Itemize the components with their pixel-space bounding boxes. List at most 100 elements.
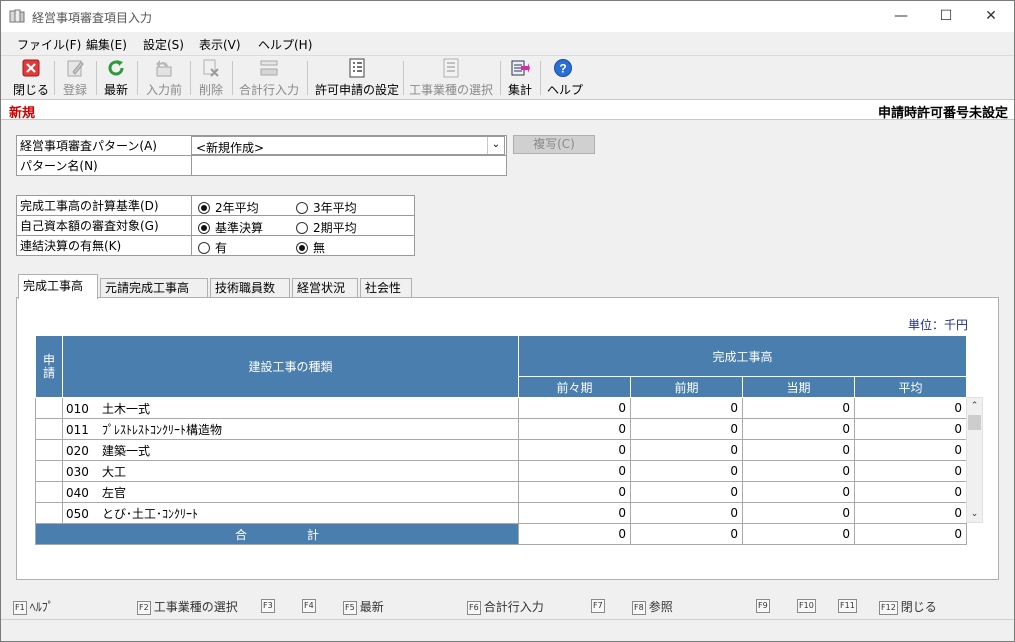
radio-checked-icon [198,222,210,234]
close-button[interactable]: 閉じる [13,58,49,98]
table-row[interactable]: 050 とび･土工･ｺﾝｸﾘｰﾄ 0 0 0 0 [35,502,967,524]
value-cell[interactable]: 0 [518,460,631,482]
calc-basis-2yr-radio[interactable]: 2年平均 [198,199,259,216]
list-icon [443,58,459,78]
value-cell[interactable]: 0 [630,460,743,482]
value-cell[interactable]: 0 [742,502,855,524]
status-bar [1,619,1014,641]
total-cell: 0 [518,523,631,545]
menu-help[interactable]: ヘルプ(H) [258,36,312,53]
unit-label: 単位：千円 [908,318,969,332]
close-window-button[interactable]: ✕ [968,1,1014,32]
table-row[interactable]: 020 建築一式 0 0 0 0 [35,439,967,461]
value-cell[interactable]: 0 [742,481,855,503]
col-avg-header: 平均 [854,376,967,398]
table-row[interactable]: 011 ﾌﾟﾚｽﾄﾚｽﾄｺﾝｸﾘｰﾄ構造物 0 0 0 0 [35,418,967,440]
f7-key[interactable]: F7 [591,598,608,613]
col-prev-header: 前期 [630,376,743,398]
f11-key[interactable]: F11 [838,598,860,613]
table-row[interactable]: 040 左官 0 0 0 0 [35,481,967,503]
value-cell[interactable]: 0 [630,397,743,419]
col-type-header: 建設工事の種類 [62,335,519,398]
industry-select-button[interactable]: 工事業種の選択 [408,58,494,98]
f4-key[interactable]: F4 [302,598,319,613]
grid-scrollbar[interactable]: ⌃ ⌄ [966,397,983,523]
value-cell[interactable]: 0 [518,439,631,461]
apply-cell[interactable] [35,418,63,440]
radio-unchecked-icon [296,222,308,234]
register-button[interactable]: 登録 [61,58,89,98]
capital-2period-radio[interactable]: 2期平均 [296,219,357,236]
f6-total-row-key[interactable]: F6 合計行入力 [467,598,544,615]
aggregate-button[interactable]: 集計 [506,58,534,98]
value-cell[interactable]: 0 [742,460,855,482]
apply-cell[interactable] [35,397,63,419]
tab-technical-staff[interactable]: 技術職員数 [210,278,290,298]
prev-input-button[interactable]: 入力前 [144,58,184,98]
f12-close-key[interactable]: F12 閉じる [879,598,937,615]
minimize-button[interactable]: — [878,1,924,32]
maximize-button[interactable]: ☐ [923,1,969,32]
total-cell: 0 [854,523,967,545]
value-cell[interactable]: 0 [518,502,631,524]
f10-key[interactable]: F10 [797,598,819,613]
menu-file[interactable]: ファイル(F) [17,36,81,53]
value-cell[interactable]: 0 [630,418,743,440]
help-button[interactable]: ? ヘルプ [547,58,583,98]
apply-cell[interactable] [35,439,63,461]
checklist-icon [349,58,365,78]
delete-button[interactable]: 削除 [197,58,225,98]
f2-industry-key[interactable]: F2 工事業種の選択 [137,598,238,615]
value-cell[interactable]: 0 [742,439,855,461]
value-cell[interactable]: 0 [742,418,855,440]
scroll-up-icon[interactable]: ⌃ [967,398,982,414]
radio-unchecked-icon [296,202,308,214]
apply-cell[interactable] [35,481,63,503]
pattern-select[interactable]: <新規作成> ⌄ [191,136,505,155]
capital-base-radio[interactable]: 基準決算 [198,219,263,236]
apply-cell[interactable] [35,502,63,524]
apply-cell[interactable] [35,460,63,482]
consolidated-yes-radio[interactable]: 有 [198,239,227,256]
function-key-bar: F1 ﾍﾙﾌﾟ F2 工事業種の選択 F3 F4 F5 最新 F6 合計行入力 F7 F… [1,594,1014,618]
table-row[interactable]: 030 大工 0 0 0 0 [35,460,967,482]
calc-basis-options: 2年平均 3年平均 [191,195,415,216]
scroll-thumb[interactable] [968,415,981,430]
f9-key[interactable]: F9 [756,598,773,613]
table-row[interactable]: 010 土木一式 0 0 0 0 [35,397,967,419]
value-cell[interactable]: 0 [630,481,743,503]
type-cell: 011 ﾌﾟﾚｽﾄﾚｽﾄｺﾝｸﾘｰﾄ構造物 [62,418,519,440]
f5-refresh-key[interactable]: F5 最新 [343,598,384,615]
value-cell[interactable]: 0 [630,502,743,524]
value-cell: 0 [854,481,967,503]
tab-prime-contract-works[interactable]: 元請完成工事高 [100,278,208,298]
value-cell[interactable]: 0 [518,397,631,419]
refresh-button[interactable]: 最新 [102,58,130,98]
value-cell: 0 [854,418,967,440]
value-cell[interactable]: 0 [518,418,631,440]
permit-settings-button[interactable]: 許可申請の設定 [314,58,400,98]
tab-management-status[interactable]: 経営状況 [292,278,358,298]
menu-view[interactable]: 表示(V) [199,36,241,53]
tab-social[interactable]: 社会性 [360,278,412,298]
value-cell[interactable]: 0 [742,397,855,419]
undo-icon [156,60,172,77]
total-row-button[interactable]: 合計行入力 [238,58,300,98]
value-cell[interactable]: 0 [630,439,743,461]
pattern-name-field[interactable] [191,155,507,176]
value-cell[interactable]: 0 [518,481,631,503]
f3-key[interactable]: F3 [261,598,278,613]
menu-settings[interactable]: 設定(S) [143,36,184,53]
f1-help-key[interactable]: F1 ﾍﾙﾌﾟ [13,598,54,615]
chevron-down-icon[interactable]: ⌄ [487,137,504,154]
consolidated-no-radio[interactable]: 無 [296,239,325,256]
f8-reference-key[interactable]: F8 参照 [632,598,673,615]
tab-completed-works[interactable]: 完成工事高 [18,274,98,299]
capital-options: 基準決算 2期平均 [191,215,415,236]
copy-button[interactable]: 複写(C) [513,135,595,154]
calc-basis-3yr-radio[interactable]: 3年平均 [296,199,357,216]
value-cell: 0 [854,397,967,419]
scroll-down-icon[interactable]: ⌄ [967,506,982,522]
menu-edit[interactable]: 編集(E) [86,36,127,53]
main-window: 経営事項審査項目入力 — ☐ ✕ ファイル(F) 編集(E) 設定(S) 表示(… [0,0,1015,642]
